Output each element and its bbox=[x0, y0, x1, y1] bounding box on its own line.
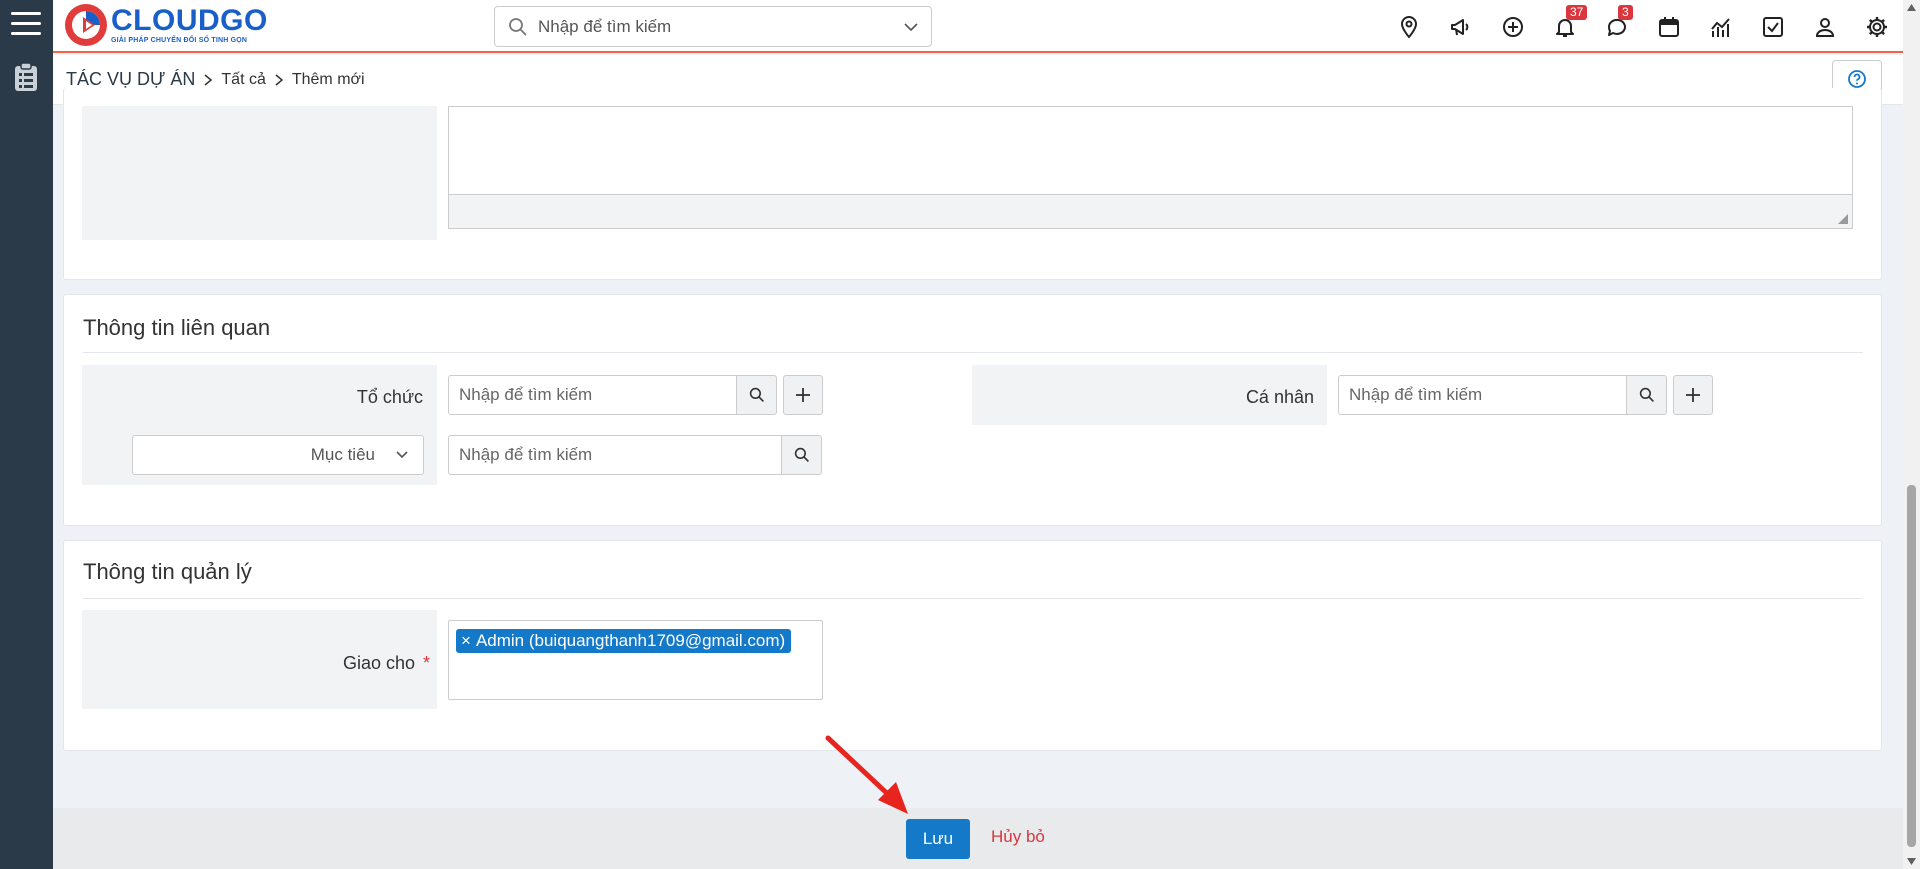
message-count-badge: 3 bbox=[1618, 5, 1633, 20]
resize-handle-icon[interactable] bbox=[1838, 214, 1848, 224]
checkbox-icon bbox=[1763, 16, 1783, 37]
chevron-right-icon bbox=[275, 73, 284, 86]
target-type-select[interactable]: Mục tiêu bbox=[132, 435, 424, 475]
breadcrumb-add-new: Thêm mới bbox=[291, 70, 365, 88]
global-search-placeholder: Nhập để tìm kiếm bbox=[538, 16, 672, 36]
target-input[interactable]: Nhập để tìm kiếm bbox=[448, 435, 781, 475]
add-organization-button[interactable] bbox=[783, 375, 823, 415]
gear-icon bbox=[1867, 16, 1887, 37]
megaphone-icon bbox=[1451, 18, 1469, 35]
breadcrumb-module[interactable]: TÁC VỤ DỰ ÁN bbox=[66, 69, 195, 90]
chart-icon bbox=[1711, 17, 1730, 37]
assignee-tag-label: Admin (buiquangthanh1709@gmail.com) bbox=[475, 631, 786, 650]
target-search: Nhập để tìm kiếm bbox=[448, 435, 822, 475]
required-marker: * bbox=[422, 653, 430, 673]
individual-search-button[interactable] bbox=[1626, 375, 1667, 415]
scroll-down-arrow-icon[interactable] bbox=[1906, 856, 1917, 866]
brand-tagline: GIẢI PHÁP CHUYỂN ĐỔI SỐ TINH GỌN bbox=[111, 37, 248, 44]
search-icon bbox=[749, 387, 764, 402]
tasks-button[interactable] bbox=[1747, 0, 1799, 53]
plus-icon bbox=[796, 388, 810, 402]
location-pin-button[interactable] bbox=[1383, 0, 1435, 53]
organization-label: Tổ chức bbox=[356, 387, 423, 407]
brand-name: CLOUDGO bbox=[111, 4, 268, 37]
remove-assignee-button[interactable]: × bbox=[461, 629, 471, 653]
settings-button[interactable] bbox=[1851, 0, 1903, 53]
management-info-title: Thông tin quản lý bbox=[83, 559, 252, 584]
chevron-down-icon bbox=[396, 451, 408, 459]
target-search-button[interactable] bbox=[781, 435, 822, 475]
location-pin-icon bbox=[1400, 15, 1418, 39]
plus-circle-icon bbox=[1503, 16, 1523, 37]
top-header: CLOUDGO GIẢI PHÁP CHUYỂN ĐỔI SỐ TINH GỌN… bbox=[53, 0, 1903, 53]
editor-status-bar bbox=[449, 194, 1852, 228]
scroll-up-arrow-icon[interactable] bbox=[1906, 3, 1917, 13]
organization-search-button[interactable] bbox=[736, 375, 777, 415]
logo[interactable]: CLOUDGO GIẢI PHÁP CHUYỂN ĐỔI SỐ TINH GỌN bbox=[63, 0, 268, 50]
individual-input[interactable]: Nhập để tìm kiếm bbox=[1338, 375, 1626, 415]
calendar-icon bbox=[1659, 16, 1679, 37]
reports-button[interactable] bbox=[1695, 0, 1747, 53]
add-individual-button[interactable] bbox=[1673, 375, 1713, 415]
help-icon bbox=[1848, 70, 1866, 88]
individual-search: Nhập để tìm kiếm bbox=[1338, 375, 1667, 415]
divider bbox=[83, 352, 1863, 353]
organization-input[interactable]: Nhập để tìm kiếm bbox=[448, 375, 736, 415]
announcement-button[interactable] bbox=[1435, 0, 1487, 53]
divider bbox=[83, 598, 1863, 599]
search-icon bbox=[509, 17, 527, 36]
calendar-button[interactable] bbox=[1643, 0, 1695, 53]
target-type-value: Mục tiêu bbox=[310, 445, 375, 464]
related-info-title: Thông tin liên quan bbox=[83, 315, 271, 340]
cloudgo-logo-icon bbox=[65, 4, 107, 46]
individual-label: Cá nhân bbox=[1245, 387, 1314, 407]
search-icon bbox=[1639, 387, 1654, 402]
plus-icon bbox=[1686, 388, 1700, 402]
form-footer bbox=[53, 808, 1903, 869]
top-icon-bar: 37 3 bbox=[1383, 0, 1903, 53]
assignee-tag: × Admin (buiquangthanh1709@gmail.com) bbox=[456, 629, 792, 653]
notification-count-badge: 37 bbox=[1566, 5, 1588, 20]
user-profile-button[interactable] bbox=[1799, 0, 1851, 53]
red-arrow-annotation bbox=[825, 735, 908, 814]
assignee-multiselect[interactable]: × Admin (buiquangthanh1709@gmail.com) bbox=[448, 620, 823, 700]
global-search-input[interactable]: Nhập để tìm kiếm bbox=[494, 6, 932, 47]
assign-to-text: Giao cho bbox=[342, 653, 415, 673]
messages-button[interactable]: 3 bbox=[1591, 0, 1643, 53]
description-textarea[interactable] bbox=[448, 106, 1853, 229]
cancel-button[interactable]: Hủy bỏ bbox=[991, 827, 1045, 847]
quick-create-button[interactable] bbox=[1487, 0, 1539, 53]
chevron-right-icon bbox=[204, 73, 213, 86]
assign-to-label: Giao cho * bbox=[343, 653, 430, 674]
left-sidebar bbox=[0, 0, 53, 869]
save-button[interactable]: Lưu bbox=[906, 819, 970, 859]
user-icon bbox=[1815, 17, 1835, 37]
clipboard-icon[interactable] bbox=[14, 62, 38, 92]
notifications-button[interactable]: 37 bbox=[1539, 0, 1591, 53]
hamburger-menu-icon[interactable] bbox=[11, 12, 41, 38]
organization-search: Nhập để tìm kiếm bbox=[448, 375, 777, 415]
search-icon bbox=[794, 447, 809, 462]
chevron-down-icon[interactable] bbox=[903, 19, 919, 35]
breadcrumb-all[interactable]: Tất cả bbox=[221, 71, 265, 89]
scrollbar-thumb[interactable] bbox=[1907, 485, 1916, 847]
vertical-scrollbar[interactable] bbox=[1903, 0, 1920, 869]
description-label-cell bbox=[82, 106, 437, 240]
